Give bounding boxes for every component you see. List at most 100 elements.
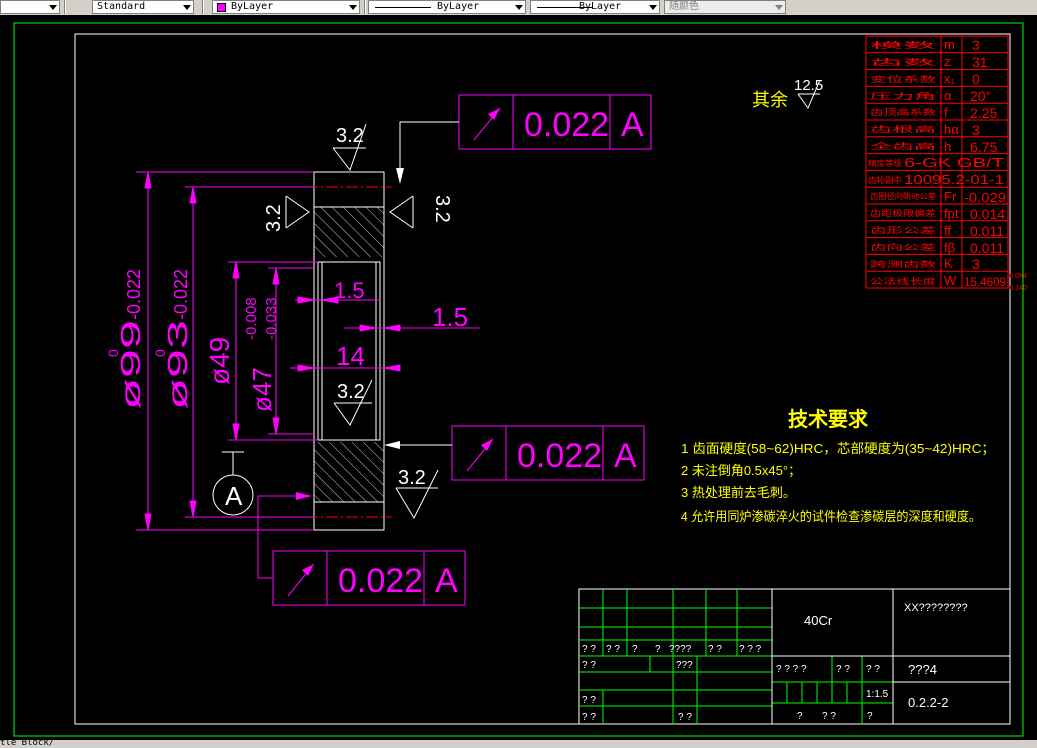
param-name: 精度等级	[868, 158, 902, 168]
param-name: 齿距极限偏差	[870, 208, 936, 218]
drawing-number-text: 0.2.2-2	[908, 695, 948, 710]
title-cell: ?	[797, 711, 803, 722]
outer-tol-lower: -0.022	[124, 269, 144, 320]
param-value: 15.4609	[964, 275, 1006, 289]
param-value: -0.029	[964, 190, 1006, 205]
param-symbol: W	[944, 273, 957, 288]
param-value: 0	[972, 71, 980, 87]
param-name: 齿数	[870, 57, 936, 67]
roughness-value: 3.2	[337, 381, 365, 403]
text-style-label: Standard	[97, 1, 146, 12]
tolerance-datum: A	[621, 106, 644, 144]
param-symbol: K	[944, 256, 953, 271]
param-symbol: fpt	[944, 206, 959, 221]
groove-tol-lower: -0.033	[263, 297, 280, 340]
param-symbol: ff	[944, 223, 951, 238]
datum-marker: A	[212, 451, 254, 516]
title-cell: ?	[655, 644, 661, 655]
color-swatch-icon	[217, 3, 226, 12]
param-symbol: fβ	[944, 240, 955, 255]
groove-width-text: 1.5	[334, 278, 365, 303]
linetype-dropdown[interactable]: ByLayer	[368, 0, 526, 14]
title-cell: ? ?	[866, 664, 880, 675]
pitch-dia-text: ø93	[162, 320, 193, 410]
roughness-value: 3.2	[431, 195, 453, 223]
dimension-texts: ø99 0 -0.022 ø93 0 -0.022 ø49 ø47 -0.008…	[105, 269, 468, 412]
param-value: 20°	[970, 88, 991, 104]
datum-label: A	[225, 481, 243, 511]
dim-style-dropdown[interactable]	[0, 0, 60, 14]
company-text: XX????????	[904, 602, 968, 614]
param-value: 2.25	[970, 105, 997, 121]
title-cell: ? ?	[836, 664, 850, 675]
title-cell: ???	[676, 660, 693, 671]
width-text: 14	[336, 341, 365, 371]
param-value: 0.014	[970, 206, 1005, 222]
chevron-down-icon	[515, 5, 523, 10]
chamfer-text: 1.5	[432, 302, 468, 332]
title-cell: ? ?	[582, 660, 596, 671]
linetype-sample-icon	[375, 7, 431, 8]
lineweight-dropdown[interactable]: ByLayer	[530, 0, 660, 14]
material-text: 40Cr	[804, 613, 833, 628]
w-tol-lower: -0.140	[1007, 285, 1027, 292]
param-symbol: h	[944, 139, 951, 154]
param-symbol: f	[944, 105, 948, 120]
hatch-bottom	[314, 442, 384, 502]
w-tol-upper: -0.084	[1007, 273, 1027, 280]
param-value: 10095.2-01-1	[904, 172, 1004, 187]
param-value: 6-GK GB/T	[904, 155, 1004, 170]
title-cell: ? ?	[582, 644, 596, 655]
param-name: 齿根高	[870, 124, 936, 134]
param-symbol: z	[944, 54, 951, 69]
title-cell: ? ? ? ?	[776, 664, 807, 675]
param-name: 跨测齿数	[870, 259, 936, 269]
tolerance-value: 0.022	[517, 437, 602, 475]
plot-style-label: 随颜色	[669, 1, 699, 12]
title-cell: ?	[867, 711, 873, 722]
scale-text: 1:1.5	[866, 689, 889, 700]
param-value: 0.011	[970, 223, 1004, 239]
drawing-canvas[interactable]: ø99 0 -0.022 ø93 0 -0.022 ø49 ø47 -0.008…	[0, 15, 1037, 740]
roughness-value: 3.2	[336, 125, 364, 147]
command-line-text: tle Block/	[0, 738, 55, 748]
title-cell: ? ? ?	[739, 644, 762, 655]
chevron-down-icon	[349, 5, 357, 10]
param-name: 齿轮副中	[868, 175, 902, 185]
outer-dia-text: ø99	[115, 320, 146, 410]
color-dropdown[interactable]: ByLayer	[212, 0, 360, 14]
toolbar-separator	[364, 0, 366, 14]
param-name: 齿顶高系数	[870, 107, 936, 117]
param-value: 3	[972, 122, 980, 138]
tolerance-frame-3: 0.022 A	[257, 492, 466, 606]
param-name: 齿向公差	[870, 242, 936, 252]
roughness-value: 3.2	[398, 467, 426, 489]
tech-req-item: 2 未注倒角0.5x45°；	[681, 463, 801, 479]
groove-tol-upper: -0.008	[243, 297, 260, 340]
title-cell: ? ?	[606, 644, 620, 655]
param-value: 31	[972, 54, 988, 70]
param-name: 公法线长度	[870, 276, 936, 286]
plot-style-dropdown[interactable]: 随颜色	[664, 0, 786, 14]
text-style-dropdown[interactable]: Standard	[92, 0, 194, 14]
title-cell: ? ?	[822, 711, 836, 722]
toolbar-separator	[64, 0, 66, 14]
param-symbol: hα	[944, 122, 959, 137]
tolerance-value: 0.022	[524, 106, 609, 144]
param-name: 压力角	[870, 91, 936, 101]
tech-req-item: 1 齿面硬度(58~62)HRC，芯部硬度为(35~42)HRC；	[681, 441, 995, 457]
toolbar-separator	[202, 0, 204, 14]
param-name: 变位系数	[870, 74, 936, 84]
param-value: 3	[972, 37, 980, 53]
param-value: 3	[972, 256, 980, 272]
command-line[interactable]: tle Block/	[0, 738, 1037, 748]
title-cell: ????	[669, 644, 692, 655]
chevron-down-icon	[775, 5, 783, 10]
technical-requirements: 技术要求 1 齿面硬度(58~62)HRC，芯部硬度为(35~42)HRC； 2…	[681, 407, 995, 524]
param-symbol: m	[944, 37, 955, 52]
param-symbol: α	[944, 88, 952, 103]
title-cell: ?	[632, 644, 638, 655]
title-block: 40Cr XX???????? ???4 0.2.2-2 1:1.5 ? ? ?…	[578, 588, 1011, 725]
lineweight-label: ByLayer	[579, 1, 622, 12]
param-symbol: Fr	[944, 189, 957, 204]
